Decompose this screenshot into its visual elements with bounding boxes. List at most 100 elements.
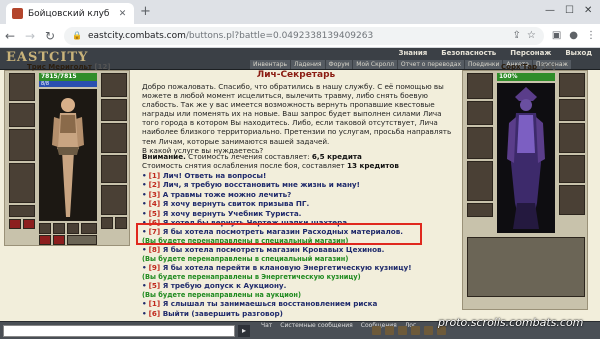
earring-slot[interactable] (101, 73, 127, 97)
option-text: Выйти (завершить разговор) (162, 308, 283, 318)
close-window-icon[interactable]: ✕ (584, 5, 592, 16)
npc-dialog: Лич-Секретарь Добро пожаловать. Спасибо,… (136, 70, 456, 321)
npc-level: [14] (539, 63, 556, 71)
npc-name[interactable]: Сорх'Тар [14] (501, 63, 556, 71)
quick-slot-4[interactable] (81, 223, 97, 234)
heart-slot-2[interactable] (53, 235, 65, 245)
npc-belt-slot (467, 203, 493, 217)
chat-tool-icons (372, 326, 446, 335)
cost-weakness-text: Стоимость снятия ослабления после боя, с… (142, 161, 347, 170)
browser-tab[interactable]: Бойцовский клуб ✕ (6, 3, 134, 24)
option-text: Я бы хотела перейти в клановую Энергетич… (162, 263, 412, 273)
game-main-menu: Знания Безопасность Персонаж Выход (399, 49, 593, 57)
heart-slot-1[interactable] (39, 235, 51, 245)
tool-icon-1[interactable] (372, 326, 381, 335)
dialog-option-exit[interactable]: • [6] Выйти (завершить разговор) (142, 309, 454, 318)
submenu-battles[interactable]: Поединки (465, 60, 503, 69)
armor-slot[interactable] (9, 163, 35, 203)
option-number: [5] (148, 281, 161, 291)
dialog-option-1[interactable]: • [1] Лич! Ответь на вопросы! (142, 171, 454, 180)
close-tab-icon[interactable]: ✕ (117, 9, 128, 19)
npc-amulet-slot (467, 101, 493, 125)
quick-slot-2[interactable] (53, 223, 65, 234)
option-number: [1] (148, 299, 161, 309)
belt-slot[interactable] (9, 205, 35, 217)
player-mana-bar: 8/8 (39, 81, 97, 87)
submenu-transfers[interactable]: Отчет о переводах (397, 60, 465, 69)
dialog-option-8[interactable]: • [8] Я бы хотела посмотреть магазин Кров… (142, 245, 454, 254)
menu-knowledge[interactable]: Знания (399, 49, 428, 57)
option-number: [1] (148, 171, 161, 180)
potion-slot-1[interactable] (9, 219, 21, 229)
watermark: proto.scrolls.combats.com (438, 316, 584, 329)
ring-slot-2[interactable] (115, 217, 127, 229)
option-number: [9] (148, 263, 161, 273)
gloves-slot[interactable] (101, 155, 127, 183)
chat-input[interactable] (3, 325, 235, 337)
option-text: Лич, я требую восстановить мне жизнь и м… (162, 180, 360, 190)
minimize-icon[interactable]: — (545, 5, 555, 16)
dialog-option-9[interactable]: • [9] Я бы хотела перейти в клановую Энер… (142, 263, 454, 272)
menu-security[interactable]: Безопасность (441, 49, 496, 57)
chat-tab-system[interactable]: Системные сообщения (277, 322, 355, 329)
ring-slot-1[interactable] (101, 217, 113, 229)
weapon-slot[interactable] (9, 129, 35, 161)
profile-icon[interactable]: ● (569, 30, 578, 41)
npc-avatar[interactable] (497, 83, 555, 233)
chat-tab-chat[interactable]: Чат (258, 322, 275, 329)
helmet-slot[interactable] (9, 73, 35, 101)
npc-bracers-slot (559, 99, 585, 121)
send-icon[interactable]: ▸ (238, 325, 250, 337)
menu-exit[interactable]: Выход (565, 49, 592, 57)
address-bar[interactable]: 🔒 eastcity.combats.com/buttons.pl?battle… (64, 26, 544, 45)
dialog-option-2[interactable]: • [2] Лич, я требую восстановить мне жизн… (142, 180, 454, 189)
quick-slot-1[interactable] (39, 223, 51, 234)
healing-cost: Внимание. Стоимость лечения составляет: … (142, 152, 362, 161)
bracers-slot[interactable] (101, 99, 127, 121)
tool-icon-4[interactable] (411, 326, 420, 335)
dialog-option-11[interactable]: • [1] Я слышал ты занимаешься восстановле… (142, 299, 454, 308)
tool-icon-5[interactable] (424, 326, 433, 335)
boots-slot[interactable] (101, 185, 127, 215)
bookmark-star-icon[interactable]: ☆ (527, 30, 536, 41)
url-text[interactable]: eastcity.combats.com/buttons.pl?battle=0… (88, 31, 506, 41)
option-number: [6] (148, 308, 161, 318)
back-icon[interactable]: ← (4, 29, 16, 43)
more-menu-icon[interactable]: ⋮ (586, 30, 596, 41)
game-area: Трис Меригольт [12] 7815/7815 8/8 Лич-Се… (0, 63, 600, 321)
menu-character[interactable]: Персонаж (510, 49, 551, 57)
submenu-forum[interactable]: Форум (325, 60, 353, 69)
share-icon[interactable]: ⇪ (512, 30, 520, 41)
dialog-option-4[interactable]: • [4] Я хочу вернуть свиток призыва ПГ. (142, 199, 454, 208)
new-tab-button[interactable]: + (140, 5, 151, 19)
player-avatar[interactable] (39, 89, 97, 221)
submenu-scroll[interactable]: Мой Скролл (353, 60, 397, 69)
submenu-skills[interactable]: Ладения (291, 60, 325, 69)
cost-healing-value: 6,5 кредита (311, 152, 362, 161)
amulet-slot[interactable] (9, 103, 35, 127)
option-text: Лич! Ответь на вопросы! (162, 171, 267, 180)
screen: Бойцовский клуб ✕ + — ☐ ✕ ← → ↻ 🔒 eastci… (0, 0, 600, 339)
tool-icon-3[interactable] (398, 326, 407, 335)
maximize-icon[interactable]: ☐ (565, 5, 574, 16)
shield-slot[interactable] (101, 123, 127, 153)
potion-slot-2[interactable] (23, 219, 35, 229)
empty-slot[interactable] (67, 235, 97, 245)
option-number: [3] (148, 189, 161, 199)
reload-icon[interactable]: ↻ (44, 29, 56, 43)
npc-armor-slot (467, 161, 493, 201)
dialog-option-5[interactable]: • [5] Я хочу вернуть Учебник Туриста. (142, 209, 454, 218)
lock-icon[interactable]: 🔒 (72, 31, 82, 40)
quick-slot-3[interactable] (67, 223, 79, 234)
extensions-icon[interactable]: ▣ (552, 30, 561, 41)
forward-icon[interactable]: → (24, 29, 36, 43)
chat-buttons: ▸ (238, 325, 250, 337)
dialog-option-3[interactable]: • [3] А травмы тоже можно лечить? (142, 190, 454, 199)
tool-icon-2[interactable] (385, 326, 394, 335)
npc-earring-slot (559, 73, 585, 97)
player-name[interactable]: Трис Меригольт [12] (27, 63, 111, 71)
submenu-inventory[interactable]: Инвентарь (250, 60, 291, 69)
dialog-option-10[interactable]: • [5] Я требую допуск к Аукциону. (142, 281, 454, 290)
option-text: Я хочу вернуть свиток призыва ПГ. (162, 199, 310, 209)
player-avatar-figure (39, 89, 97, 221)
